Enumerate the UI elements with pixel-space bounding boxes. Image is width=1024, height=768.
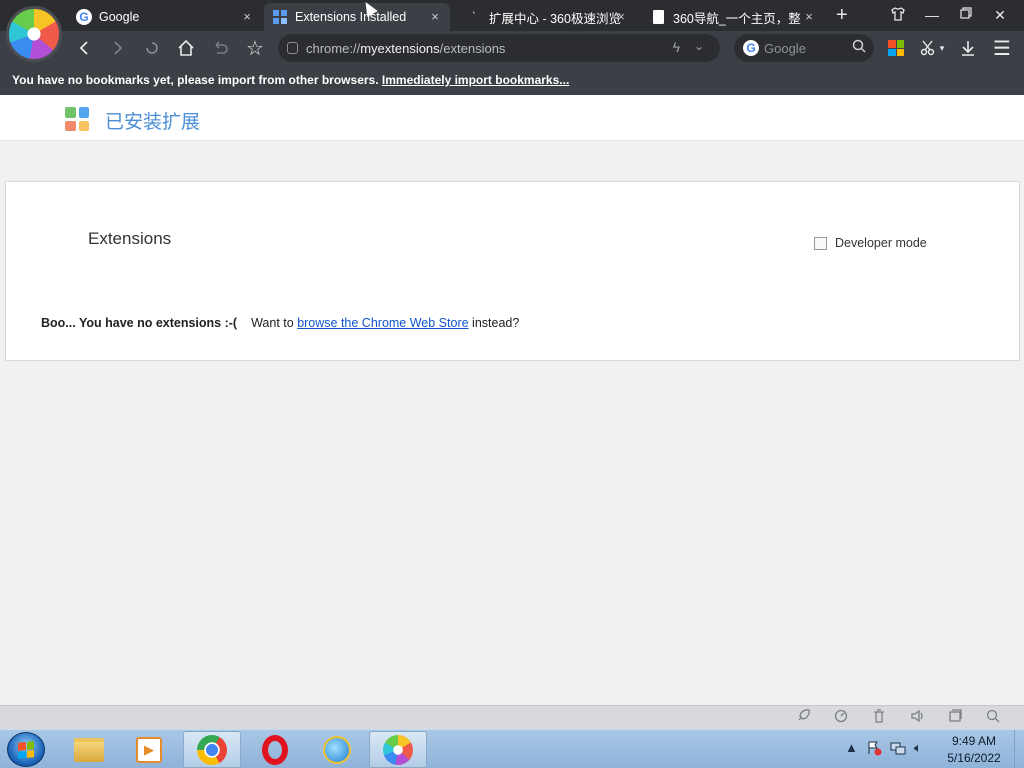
bookmark-bar: You have no bookmarks yet, please import…: [0, 65, 1024, 95]
extensions-heading: Extensions: [88, 229, 172, 248]
web-store-link[interactable]: browse the Chrome Web Store: [297, 316, 468, 330]
tab-extension-center[interactable]: ` 扩展中心 - 360极速浏览 ×: [460, 3, 636, 31]
tab-google[interactable]: G Google ×: [76, 3, 262, 31]
taskbar-chrome[interactable]: [183, 731, 241, 768]
taskbar-360-browser[interactable]: [369, 731, 427, 768]
tab-label: 360导航_一个主页，整个: [673, 11, 801, 26]
close-icon[interactable]: ×: [614, 9, 628, 24]
chevron-down-icon[interactable]: ▾: [937, 36, 947, 60]
tab-360-navigation[interactable]: 360导航_一个主页，整个 ×: [644, 3, 824, 31]
menu-icon[interactable]: ☰: [990, 36, 1014, 60]
new-tab-button[interactable]: +: [836, 3, 848, 27]
clock-date: 5/16/2022: [947, 751, 1001, 765]
back-button[interactable]: [72, 36, 96, 60]
show-desktop-button[interactable]: [1014, 730, 1024, 768]
action-center-icon[interactable]: [866, 740, 882, 759]
import-bookmarks-link[interactable]: Immediately import bookmarks...: [382, 73, 569, 87]
developer-mode-label: Developer mode: [835, 236, 927, 250]
taskbar-opera[interactable]: [246, 731, 304, 768]
google-icon: G: [76, 9, 92, 25]
volume-icon[interactable]: [908, 709, 926, 725]
bookmark-message: You have no bookmarks yet, please import…: [12, 73, 379, 87]
browser-status-bar: [0, 705, 1024, 729]
browser-logo-icon[interactable]: [6, 6, 62, 62]
lightning-icon[interactable]: ϟ: [673, 39, 680, 55]
zoom-icon[interactable]: [984, 709, 1002, 725]
taskbar-file-explorer[interactable]: [60, 731, 118, 768]
empty-title: Boo... You have no extensions :-(: [41, 316, 238, 330]
loading-icon: `: [472, 11, 476, 23]
tshirt-skin-icon[interactable]: [888, 6, 908, 26]
folder-icon: [74, 737, 104, 762]
restore-button[interactable]: [956, 6, 976, 24]
search-input[interactable]: Google: [764, 41, 806, 56]
page-header: 已安装扩展: [0, 95, 1024, 141]
taskbar-media-player[interactable]: ▶: [120, 731, 178, 768]
developer-mode-toggle[interactable]: Developer mode: [814, 236, 927, 250]
security-shield-icon: [287, 42, 298, 54]
navigation-toolbar: ☆ chrome://myextensions/extensions ϟ ⌄ G…: [0, 31, 1024, 65]
system-clock[interactable]: 9:49 AM 5/16/2022: [940, 733, 1008, 767]
title-bar: G Google × Extensions Installed × ` 扩展中心…: [0, 0, 1024, 62]
page-title: 已安装扩展: [105, 112, 201, 133]
tab-label: Extensions Installed: [295, 10, 407, 24]
tab-label: 扩展中心 - 360极速浏览: [489, 11, 621, 26]
empty-extensions-message: Boo... You have no extensions :-( Want to…: [41, 316, 519, 330]
tab-extensions-installed[interactable]: Extensions Installed ×: [264, 3, 450, 31]
opera-icon: [262, 734, 288, 765]
speaker-icon[interactable]: 🔈︎: [914, 740, 922, 756]
forward-button[interactable]: [106, 36, 130, 60]
home-button[interactable]: [174, 36, 198, 60]
chrome-icon: [197, 734, 227, 765]
windows-logo-icon: [18, 741, 34, 759]
close-window-button[interactable]: ✕: [990, 6, 1010, 24]
minimize-button[interactable]: —: [922, 6, 942, 24]
extensions-logo-icon: [65, 107, 89, 131]
extensions-icon: [272, 9, 288, 25]
extensions-panel: Extensions Developer mode Boo... You hav…: [5, 181, 1020, 361]
google-icon: G: [743, 40, 759, 56]
developer-mode-checkbox[interactable]: [814, 236, 827, 250]
tab-label: Google: [99, 10, 140, 24]
speed-icon[interactable]: [832, 709, 850, 725]
empty-text-end: instead?: [468, 316, 520, 330]
search-box[interactable]: G Google: [734, 34, 874, 62]
show-hidden-icons-icon[interactable]: ▲: [845, 740, 858, 755]
download-icon[interactable]: [956, 36, 980, 60]
undo-close-button[interactable]: [208, 36, 232, 60]
reload-button[interactable]: [140, 36, 164, 60]
close-icon[interactable]: ×: [802, 9, 816, 24]
taskbar-ie-security[interactable]: [308, 731, 366, 768]
search-icon[interactable]: [852, 39, 866, 56]
address-bar[interactable]: chrome://myextensions/extensions ϟ ⌄: [278, 34, 720, 62]
chevron-down-icon[interactable]: ⌄: [694, 39, 704, 53]
bookmark-star-icon[interactable]: ☆: [243, 36, 267, 60]
taskbar: ▶ ▲ 🔈︎ 9:49 AM 5/16/2022: [0, 729, 1024, 768]
trash-icon[interactable]: [870, 709, 888, 725]
network-icon[interactable]: [890, 740, 906, 759]
address-text[interactable]: chrome://myextensions/extensions: [306, 41, 505, 56]
rocket-icon[interactable]: [794, 709, 812, 725]
clock-time: 9:49 AM: [951, 734, 997, 748]
360-browser-icon: [383, 734, 413, 765]
window-icon[interactable]: [946, 709, 964, 725]
apps-icon[interactable]: [888, 40, 904, 56]
empty-text: Want to: [251, 316, 298, 330]
start-button[interactable]: [7, 732, 45, 767]
media-player-icon: ▶: [136, 736, 162, 763]
close-icon[interactable]: ×: [428, 9, 442, 24]
document-icon: [650, 9, 666, 25]
globe-shield-icon: [323, 735, 351, 764]
close-icon[interactable]: ×: [240, 9, 254, 24]
